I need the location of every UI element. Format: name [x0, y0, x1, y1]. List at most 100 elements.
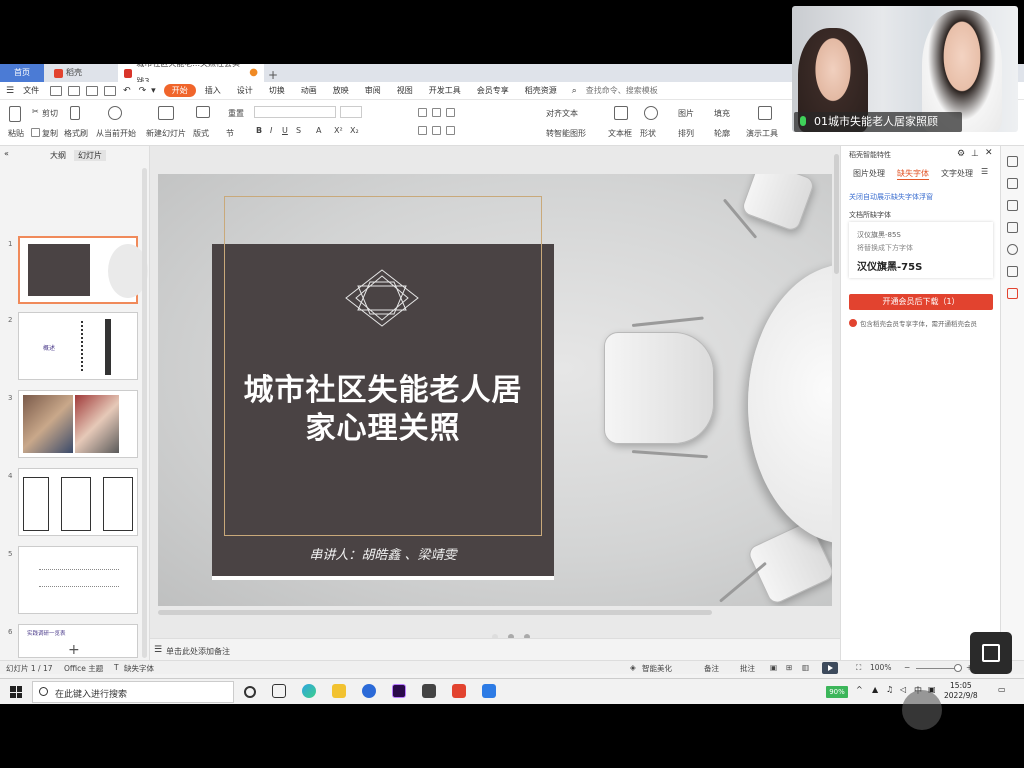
menu-vip[interactable]: 会员专享: [470, 85, 516, 96]
tab-outline[interactable]: 大纲: [50, 150, 66, 161]
font-color-icon[interactable]: A: [316, 126, 321, 135]
tray-volume-icon[interactable]: ◁: [900, 685, 906, 694]
settings-icon[interactable]: ⚙: [957, 149, 965, 159]
missing-font-status[interactable]: 缺失字体: [124, 663, 154, 674]
align-text-button[interactable]: 对齐文本: [546, 108, 578, 119]
panel-menu-icon[interactable]: ☰: [981, 167, 988, 176]
theme-name[interactable]: Office 主题: [64, 663, 103, 674]
align-left-icon[interactable]: [418, 108, 427, 117]
menu-insert[interactable]: 插入: [198, 85, 228, 96]
file-explorer-icon[interactable]: [332, 684, 346, 698]
menu-docer[interactable]: 稻壳资源: [518, 85, 564, 96]
close-panel-icon[interactable]: ✕: [985, 148, 993, 158]
notes-toggle[interactable]: 备注: [704, 663, 719, 674]
paste-icon[interactable]: [9, 106, 21, 122]
underline-icon[interactable]: U: [282, 126, 288, 135]
play-slideshow-button[interactable]: [822, 662, 838, 674]
tab-image-processing[interactable]: 图片处理: [853, 168, 885, 179]
beautify-button[interactable]: 智能美化: [642, 663, 672, 674]
tray-network-icon[interactable]: ▲: [872, 685, 878, 694]
slide-thumbnail-1[interactable]: [18, 236, 148, 304]
format-painter-icon[interactable]: [70, 106, 80, 120]
tab-wps[interactable]: 稻壳: [44, 64, 118, 82]
layout-icon[interactable]: [196, 106, 210, 118]
menu-animation[interactable]: 动画: [294, 85, 324, 96]
vip-download-button[interactable]: 开通会员后下载（1）: [849, 294, 993, 310]
layout-button[interactable]: 版式: [193, 128, 209, 139]
notes-bar[interactable]: ☰ 单击此处添加备注: [150, 638, 840, 660]
search-command-input[interactable]: 查找命令、搜索模板: [579, 85, 665, 96]
print-preview-icon[interactable]: [104, 85, 117, 96]
copy-button[interactable]: 复制: [42, 128, 58, 139]
italic-icon[interactable]: I: [270, 126, 272, 135]
reading-view-icon[interactable]: ▥: [802, 663, 809, 672]
zoom-out-icon[interactable]: −: [904, 663, 910, 672]
fit-window-icon[interactable]: ⛶: [856, 663, 861, 673]
battery-indicator[interactable]: 90%: [826, 686, 848, 698]
arrange-button[interactable]: 排列: [678, 128, 694, 139]
undo-icon[interactable]: ↶: [123, 86, 131, 96]
new-slide-icon[interactable]: [158, 106, 174, 120]
app-blue-icon[interactable]: [362, 684, 376, 698]
tray-mic-icon[interactable]: ♫: [886, 685, 893, 694]
sorter-view-icon[interactable]: ⊞: [786, 663, 792, 672]
share-icon[interactable]: [1007, 266, 1018, 277]
align-center-icon[interactable]: [418, 126, 427, 135]
format-painter-button[interactable]: 格式刷: [64, 128, 88, 139]
justify-icon[interactable]: [446, 126, 455, 135]
slide-thumbnail-5[interactable]: [18, 546, 138, 614]
play-from-current-icon[interactable]: [108, 106, 122, 120]
menu-start[interactable]: 开始: [163, 84, 196, 97]
canvas-vertical-scrollbar[interactable]: [834, 154, 839, 274]
start-from-current-button[interactable]: 从当前开始: [96, 128, 136, 139]
bold-icon[interactable]: B: [256, 126, 262, 135]
menu-view[interactable]: 视图: [390, 85, 420, 96]
redo-icon[interactable]: ↷: [139, 86, 147, 96]
help-icon[interactable]: [1007, 244, 1018, 255]
location-icon[interactable]: [1007, 288, 1018, 299]
taskbar-search-input[interactable]: 在此键入进行搜索: [32, 681, 234, 703]
indent-icon[interactable]: [446, 108, 455, 117]
comment-toggle[interactable]: 批注: [740, 663, 755, 674]
slide-thumbnail-4[interactable]: [18, 468, 138, 536]
reset-button[interactable]: 重置: [228, 108, 244, 119]
slide-1[interactable]: 城市社区失能老人居 家心理关照 串讲人：胡皓鑫 、梁靖雯: [158, 174, 832, 606]
cortana-icon[interactable]: [244, 686, 256, 698]
tab-missing-fonts[interactable]: 缺失字体: [897, 168, 929, 180]
collapse-panel-icon[interactable]: «: [4, 149, 9, 158]
canvas-horizontal-scrollbar[interactable]: [158, 610, 712, 615]
new-tab-icon[interactable]: +: [264, 68, 282, 82]
animation-icon[interactable]: [1007, 200, 1018, 211]
textbox-button[interactable]: 文本框: [608, 128, 632, 139]
style-icon[interactable]: [1007, 156, 1018, 167]
disable-popup-link[interactable]: 关闭自动展示缺失字体浮窗: [849, 192, 933, 202]
slide-title[interactable]: 城市社区失能老人居 家心理关照: [212, 372, 554, 448]
slide-subtitle[interactable]: 串讲人：胡皓鑫 、梁靖雯: [212, 544, 554, 563]
tab-text-processing[interactable]: 文字处理: [941, 168, 973, 179]
windows-start-icon[interactable]: [10, 686, 22, 698]
tab-document[interactable]: 城市社区失能老...关照社会实践3 ●: [118, 64, 264, 86]
task-view-icon[interactable]: [272, 684, 286, 698]
zoom-level[interactable]: 100%: [870, 663, 891, 672]
floating-mic-icon[interactable]: [902, 690, 942, 730]
presentation-tools-button[interactable]: 演示工具: [746, 128, 778, 139]
font-size-select[interactable]: [340, 106, 362, 118]
presentation-tools-icon[interactable]: [758, 106, 772, 120]
font-family-select[interactable]: [254, 106, 336, 118]
hamburger-icon[interactable]: ☰: [6, 86, 14, 96]
new-slide-button[interactable]: 新建幻灯片: [146, 128, 186, 139]
normal-view-icon[interactable]: ▣: [770, 663, 777, 672]
menu-design[interactable]: 设计: [230, 85, 260, 96]
floating-screen-share-button[interactable]: [970, 632, 1012, 674]
menu-file[interactable]: 文件: [16, 85, 46, 96]
align-right-icon[interactable]: [432, 126, 441, 135]
superscript-icon[interactable]: X²: [334, 126, 343, 135]
print-icon[interactable]: [86, 85, 99, 96]
cut-button[interactable]: 剪切: [42, 108, 58, 119]
taskbar-clock[interactable]: 15:05 2022/9/8: [944, 681, 978, 701]
tray-chevron-icon[interactable]: ^: [856, 685, 863, 694]
paste-button[interactable]: 粘贴: [8, 128, 24, 139]
slide-thumbnail-2[interactable]: 概述: [18, 312, 138, 380]
tab-home[interactable]: 首页: [0, 64, 44, 82]
section-button[interactable]: 节: [226, 128, 234, 139]
